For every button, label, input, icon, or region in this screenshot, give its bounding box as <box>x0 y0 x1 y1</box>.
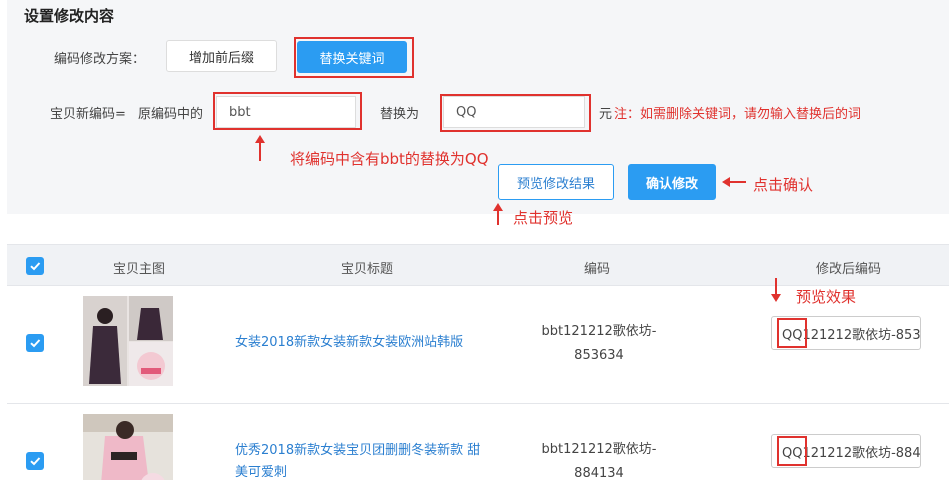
product-thumbnail[interactable] <box>83 414 173 480</box>
header-new-code: 修改后编码 <box>816 262 882 277</box>
replace-with-label: 替换为 <box>380 107 420 122</box>
table-row: 优秀2018新款女装宝贝团删删冬装新款 甜 美可爱刺 bbt121212歌依坊-… <box>7 404 949 480</box>
code-line-2: 884134 <box>574 466 624 480</box>
click-confirm-annotation: 点击确认 <box>753 176 814 194</box>
section-title: 设置修改内容 <box>24 7 115 25</box>
product-title-link[interactable]: 优秀2018新款女装宝贝团删删冬装新款 甜 美可爱刺 <box>235 440 510 480</box>
arrow-left-icon <box>722 177 746 187</box>
replace-hint-annotation: 将编码中含有bbt的替换为QQ <box>290 150 489 168</box>
note-text: 注：如需删除关键词，请勿输入替换后的词 <box>614 107 862 122</box>
select-all-checkbox[interactable] <box>26 257 44 275</box>
product-title-link[interactable]: 女装2018新款女装新款女装欧洲站韩版 <box>235 332 463 354</box>
code-line-1: bbt121212歌依坊- <box>541 442 657 457</box>
check-icon <box>30 339 41 348</box>
click-preview-annotation: 点击预览 <box>513 209 574 227</box>
replacement-input[interactable]: QQ <box>443 96 585 128</box>
product-title-line-1: 优秀2018新款女装宝贝团删删冬装新款 甜 <box>235 443 481 458</box>
product-image <box>83 414 173 480</box>
product-title-line-2: 美可爱刺 <box>235 465 288 480</box>
check-icon <box>30 262 41 271</box>
code-line-1: bbt121212歌依坊- <box>541 324 657 339</box>
row-checkbox[interactable] <box>26 334 44 352</box>
scheme-label: 编码修改方案： <box>54 52 146 67</box>
new-code-input[interactable]: QQ121212歌依坊-884134 <box>771 434 921 468</box>
keyword-input[interactable]: bbt <box>216 96 356 128</box>
product-image <box>83 296 173 386</box>
replace-keyword-button[interactable]: 替换关键词 <box>297 41 407 73</box>
confirm-button[interactable]: 确认修改 <box>628 164 716 200</box>
arrow-down-icon <box>771 278 781 302</box>
header-code: 编码 <box>584 262 611 277</box>
table-header: 宝贝主图 宝贝标题 编码 修改后编码 <box>7 244 949 286</box>
preview-button[interactable]: 预览修改结果 <box>498 164 614 200</box>
new-code-input[interactable]: QQ121212歌依坊-853634 <box>771 316 921 350</box>
code-line-2: 853634 <box>574 348 624 363</box>
original-code-contains-label: 原编码中的 <box>138 107 204 122</box>
new-code-label: 宝贝新编码= <box>50 107 126 122</box>
arrow-up-icon <box>493 203 503 225</box>
add-prefix-suffix-button[interactable]: 增加前后缀 <box>166 40 277 72</box>
check-icon <box>30 457 41 466</box>
product-thumbnail[interactable] <box>83 296 173 386</box>
unit-label: 元 <box>599 107 613 122</box>
row-checkbox[interactable] <box>26 452 44 470</box>
arrow-up-icon <box>255 135 265 161</box>
header-main-image: 宝贝主图 <box>113 262 166 277</box>
header-title: 宝贝标题 <box>341 262 394 277</box>
preview-effect-annotation: 预览效果 <box>796 288 857 306</box>
